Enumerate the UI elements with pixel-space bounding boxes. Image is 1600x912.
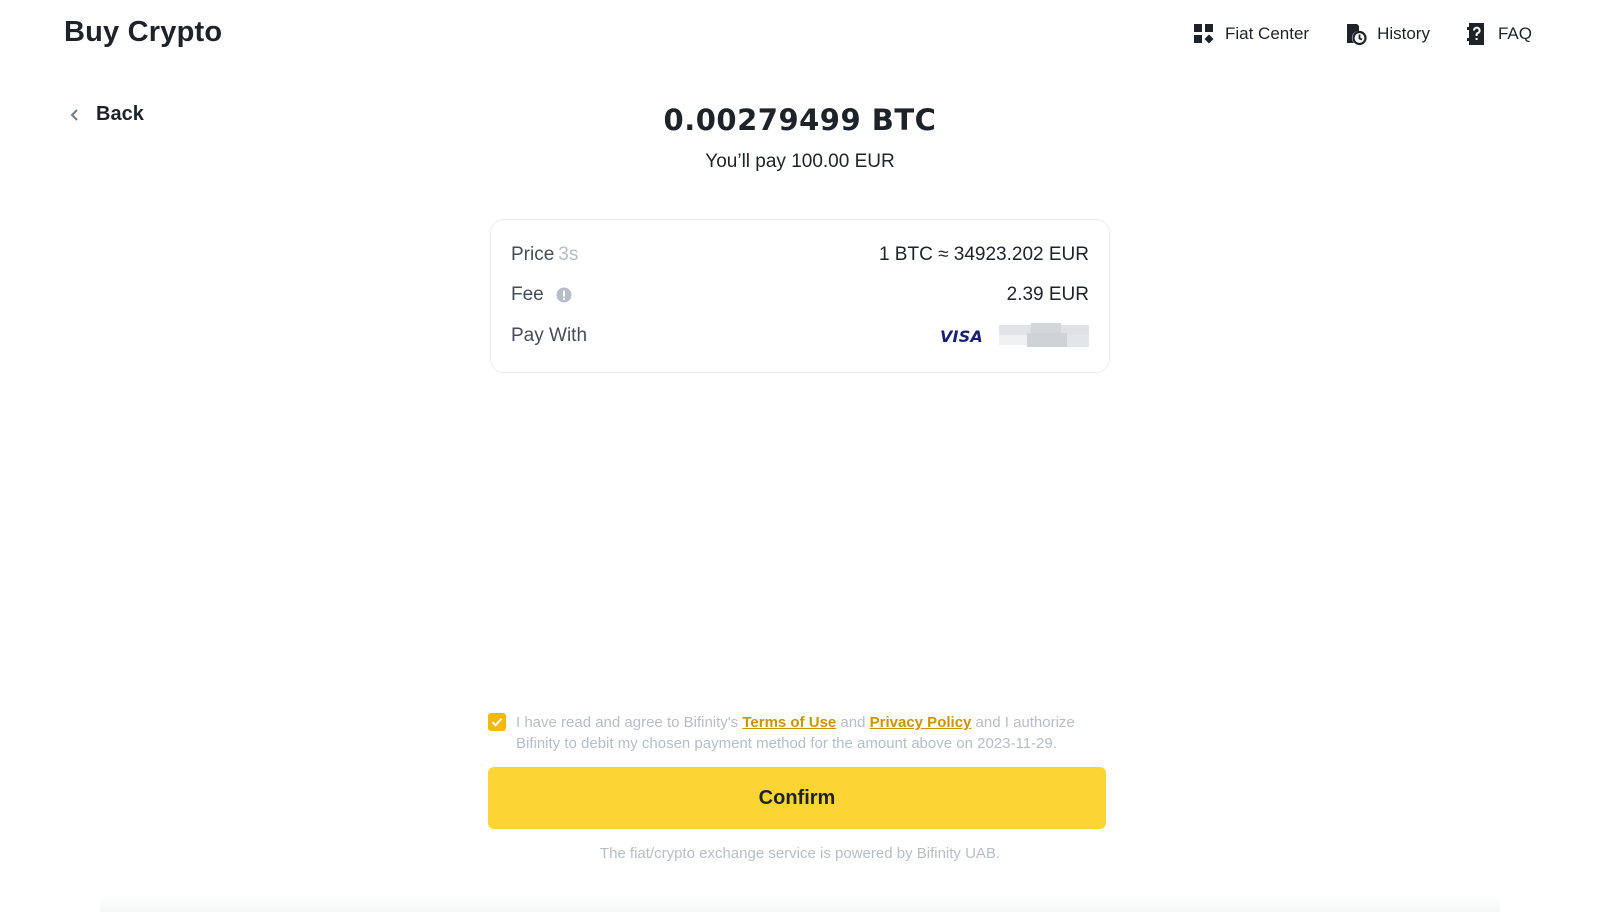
nav-faq[interactable]: FAQ <box>1466 22 1532 46</box>
footer-note: The fiat/crypto exchange service is powe… <box>599 845 1001 862</box>
crypto-amount: 0.00279499 BTC <box>663 103 937 137</box>
terms-of-use-link[interactable]: Terms of Use <box>742 714 836 731</box>
pay-with-label: Pay With <box>511 325 588 346</box>
history-icon <box>1345 22 1367 46</box>
pay-with-row: Pay With VISA <box>511 323 1089 349</box>
visa-logo: VISA <box>939 326 983 346</box>
masked-card-number <box>999 323 1089 349</box>
agreement-text: I have read and agree to Bifinity's Term… <box>516 714 1075 752</box>
top-nav: Fiat Center History FAQ <box>1157 22 1532 46</box>
confirm-button[interactable]: Confirm <box>488 767 1106 829</box>
privacy-policy-link[interactable]: Privacy Policy <box>870 714 972 731</box>
checkmark-icon <box>491 718 503 727</box>
faq-icon <box>1466 22 1488 46</box>
price-timer: 3s <box>558 244 579 265</box>
fee-row: Fee 2.39 EUR <box>511 282 1089 308</box>
grid-icon <box>1193 22 1215 46</box>
price-row: Price 3s 1 BTC ≈ 34923.202 EUR <box>511 242 1089 268</box>
bottom-shadow <box>100 892 1500 912</box>
page-title: Buy Crypto <box>64 16 223 48</box>
buy-crypto-page: Buy Crypto Fiat Center History FAQ Back … <box>0 0 1600 912</box>
nav-fiat-center-label: Fiat Center <box>1224 24 1310 43</box>
info-icon[interactable] <box>556 287 572 303</box>
nav-history[interactable]: History <box>1345 22 1430 46</box>
agreement-checkbox[interactable] <box>488 713 506 731</box>
pay-amount: You’ll pay 100.00 EUR <box>705 151 895 172</box>
payment-method[interactable]: VISA <box>940 323 1089 349</box>
nav-history-label: History <box>1377 24 1430 43</box>
nav-faq-label: FAQ <box>1497 24 1532 43</box>
agreement: I have read and agree to Bifinity's Term… <box>488 712 1108 754</box>
price-value: 1 BTC ≈ 34923.202 EUR <box>878 244 1089 265</box>
nav-fiat-center[interactable]: Fiat Center <box>1193 22 1309 46</box>
price-label: Price <box>511 244 555 265</box>
fee-value: 2.39 EUR <box>1006 284 1089 305</box>
fee-label: Fee <box>511 284 544 305</box>
order-details-card: Price 3s 1 BTC ≈ 34923.202 EUR Fee 2.39 … <box>490 219 1110 373</box>
